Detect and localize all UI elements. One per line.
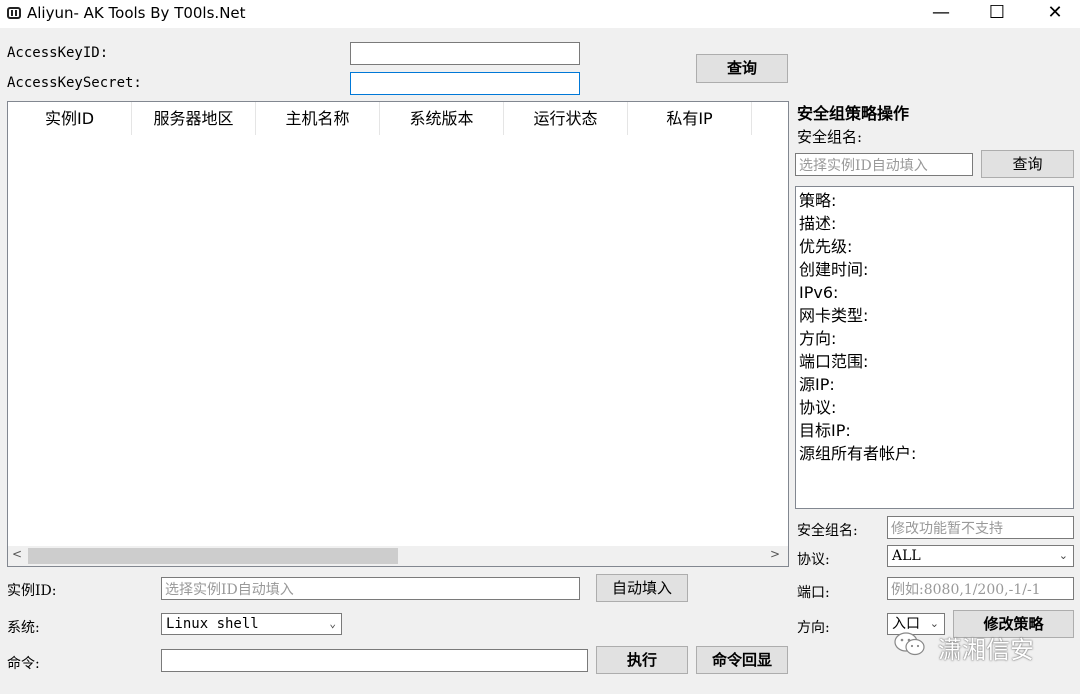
scroll-left-arrow[interactable]: < xyxy=(12,547,22,561)
instance-table[interactable]: 实例ID 服务器地区 主机名称 系统版本 运行状态 私有IP < > xyxy=(7,101,789,567)
protocol-label: 协议: xyxy=(797,552,830,568)
accesskey-secret-input[interactable] xyxy=(350,72,580,95)
info-field-priority: 优先级: xyxy=(799,237,853,256)
watermark-text: 潇湘信安 xyxy=(938,636,1034,664)
accesskey-id-label: AccessKeyID: xyxy=(7,45,109,61)
close-button[interactable]: ✕ xyxy=(1032,0,1078,28)
port-label: 端口: xyxy=(797,585,830,601)
system-select[interactable]: Linux shell ⌄ xyxy=(161,613,342,635)
info-field-created-time: 创建时间: xyxy=(799,260,869,279)
app-icon xyxy=(7,7,21,19)
protocol-select[interactable]: ALL ⌄ xyxy=(887,545,1074,567)
wechat-icon xyxy=(894,632,925,656)
column-header-hostname[interactable]: 主机名称 xyxy=(256,102,380,135)
query-instances-button[interactable]: 查询 xyxy=(696,54,788,83)
group-name-input[interactable]: 选择实例ID自动填入 xyxy=(795,153,973,176)
window-title: Aliyun- AK Tools By T00ls.Net xyxy=(27,4,246,22)
info-field-ipv6: IPv6: xyxy=(799,283,839,302)
info-field-source-ip: 源IP: xyxy=(799,375,835,394)
command-input[interactable] xyxy=(161,649,588,672)
column-header-private-ip[interactable]: 私有IP xyxy=(628,102,752,135)
group-name-label: 安全组名: xyxy=(797,128,863,146)
security-group-section-title: 安全组策略操作 xyxy=(797,104,910,123)
column-header-region[interactable]: 服务器地区 xyxy=(132,102,256,135)
protocol-select-value: ALL xyxy=(892,548,921,564)
minimize-button[interactable]: — xyxy=(918,0,964,28)
info-field-nic-type: 网卡类型: xyxy=(799,306,869,325)
info-field-dest-ip: 目标IP: xyxy=(799,421,851,440)
policy-info-box: 策略: 描述: 优先级: 创建时间: IPv6: 网卡类型: 方向: 端口范围:… xyxy=(795,186,1074,509)
accesskey-secret-label: AccessKeySecret: xyxy=(7,75,142,91)
info-field-direction: 方向: xyxy=(799,329,837,348)
query-group-button[interactable]: 查询 xyxy=(981,150,1074,178)
info-field-policy: 策略: xyxy=(799,191,837,210)
scrollbar-thumb[interactable] xyxy=(28,548,398,564)
title-bar: Aliyun- AK Tools By T00ls.Net — ☐ ✕ xyxy=(0,0,1080,28)
info-field-protocol: 协议: xyxy=(799,398,837,417)
edit-group-name-label: 安全组名: xyxy=(797,523,858,539)
command-label: 命令: xyxy=(7,656,40,672)
chevron-down-icon: ⌄ xyxy=(329,617,336,630)
info-field-description: 描述: xyxy=(799,214,837,233)
info-field-port-range: 端口范围: xyxy=(799,352,869,371)
maximize-button[interactable]: ☐ xyxy=(974,0,1020,28)
port-input[interactable]: 例如:8080,1/200,-1/-1 xyxy=(887,577,1074,600)
direction-select-value: 入口 xyxy=(892,616,920,632)
autofill-button[interactable]: 自动填入 xyxy=(596,574,688,602)
chevron-down-icon: ⌄ xyxy=(1058,549,1068,562)
system-label: 系统: xyxy=(7,620,40,636)
system-select-value: Linux shell xyxy=(166,616,259,632)
column-header-instance-id[interactable]: 实例ID xyxy=(8,102,132,135)
horizontal-scrollbar[interactable]: < > xyxy=(8,546,788,566)
instance-id-label: 实例ID: xyxy=(7,583,57,599)
command-echo-button[interactable]: 命令回显 xyxy=(696,646,788,674)
column-header-os-version[interactable]: 系统版本 xyxy=(380,102,504,135)
accesskey-id-input[interactable] xyxy=(350,42,580,65)
info-field-source-group-owner: 源组所有者帐户: xyxy=(799,444,917,463)
direction-label: 方向: xyxy=(797,620,830,636)
edit-group-name-input[interactable]: 修改功能暂不支持 xyxy=(887,516,1074,539)
instance-id-input[interactable]: 选择实例ID自动填入 xyxy=(161,577,580,600)
column-header-status[interactable]: 运行状态 xyxy=(504,102,628,135)
execute-button[interactable]: 执行 xyxy=(596,646,688,674)
scroll-right-arrow[interactable]: > xyxy=(770,547,780,561)
